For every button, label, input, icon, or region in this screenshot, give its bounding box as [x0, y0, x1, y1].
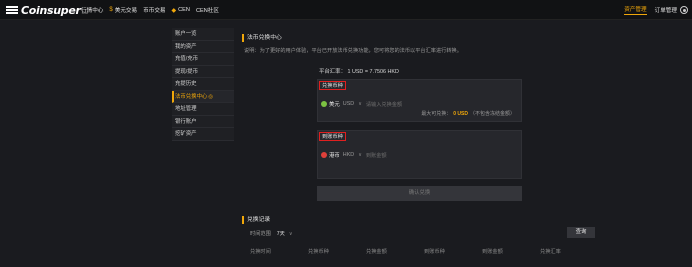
- nav-market-center[interactable]: 行情中心: [81, 6, 103, 14]
- dollar-icon: $: [109, 7, 113, 13]
- logo-mark-icon: [6, 6, 18, 14]
- nav-order-management[interactable]: 订单管理: [655, 6, 677, 14]
- col-exchange-rate: 兑换汇率: [540, 248, 561, 255]
- max-exchange-value: 0 USD: [453, 111, 468, 117]
- active-indicator-icon: ◎: [208, 93, 214, 100]
- from-currency-code: USD: [342, 101, 355, 107]
- from-currency-box: 兑换币种 美元 USD ∨ 请输入兑换金额 最大可兑换： 0 USD （不包含冻结金…: [317, 79, 522, 122]
- asset-sidebar: 账户一览 我的资产 充值/充币 提现/提币 充提历史 法币兑换中心◎ 地址管理 …: [172, 28, 234, 141]
- nav-coin-trade[interactable]: 币币交易: [143, 6, 165, 14]
- to-currency-row: 港币 HKD ∨ 到账金额: [321, 151, 387, 159]
- history-table-header: 兑换时间 兑换币种 兑换金额 到账币种 到账金额 兑换汇率: [242, 244, 592, 258]
- to-currency-label: 到账币种: [319, 132, 346, 141]
- top-nav-bar: Coinsuper RM 行情中心 $ 美元交易 币币交易 ◆ CEN CEN社…: [0, 0, 692, 20]
- nav-cen-community[interactable]: CEN社区: [196, 6, 219, 14]
- sidebar-item-history[interactable]: 充提历史: [172, 78, 234, 91]
- to-amount-field: 到账金额: [365, 152, 387, 159]
- main-nav: 行情中心 $ 美元交易 币币交易 ◆ CEN CEN社区: [81, 0, 225, 20]
- nav-asset-management[interactable]: 资产管理: [624, 5, 647, 15]
- main-panel: 法币兑换中心 说明：为了更好的用户体验，平台已开放法币兑换功能，您可将您的法币以…: [242, 34, 682, 255]
- sidebar-item-my-assets[interactable]: 我的资产: [172, 40, 234, 53]
- sidebar-item-address[interactable]: 地址管理: [172, 103, 234, 116]
- sidebar-item-mining-assets[interactable]: 挖矿资产: [172, 128, 234, 141]
- col-to-currency: 到账币种: [424, 248, 445, 255]
- exchange-rate-text: 平台汇率： 1 USD = 7.7506 HKD: [319, 69, 399, 75]
- logo-text: Coinsuper: [21, 3, 81, 17]
- coinsuper-logo[interactable]: Coinsuper RM: [6, 3, 88, 17]
- sidebar-item-deposit[interactable]: 充值/充币: [172, 53, 234, 66]
- from-currency-name: 美元: [329, 102, 340, 108]
- user-avatar-icon[interactable]: [680, 6, 688, 14]
- page-title: 法币兑换中心: [242, 34, 682, 42]
- nav-right: 资产管理 订单管理: [624, 0, 688, 20]
- cen-diamond-icon: ◆: [171, 7, 177, 14]
- sidebar-item-fiat-exchange[interactable]: 法币兑换中心◎: [172, 90, 234, 103]
- to-currency-dropdown-chevron-icon[interactable]: ∨: [358, 152, 362, 158]
- nav-cen[interactable]: ◆ CEN: [172, 7, 190, 14]
- usd-coin-icon: [321, 101, 327, 107]
- hkd-coin-icon: [321, 152, 327, 158]
- confirm-exchange-button[interactable]: 确认兑换: [317, 186, 522, 201]
- to-currency-box: 到账币种 港币 HKD ∨ 到账金额: [317, 130, 522, 179]
- page-description: 说明：为了更好的用户体验，平台已开放法币兑换功能，您可将您的法币以平台汇率进行转…: [244, 48, 462, 54]
- nav-usd-trade[interactable]: $ 美元交易: [109, 6, 137, 14]
- col-exchange-amount: 兑换金额: [366, 248, 387, 255]
- from-amount-input[interactable]: 请输入兑换金额: [366, 101, 402, 108]
- to-currency-name: 港币: [329, 153, 340, 159]
- sidebar-item-bank-account[interactable]: 银行账户: [172, 115, 234, 128]
- sidebar-item-withdraw[interactable]: 提现/提币: [172, 65, 234, 78]
- from-currency-row: 美元 USD ∨ 请输入兑换金额: [321, 100, 402, 108]
- from-currency-dropdown-chevron-icon[interactable]: ∨: [358, 101, 362, 107]
- query-button[interactable]: 查询: [567, 227, 595, 238]
- time-range-select[interactable]: 7天: [277, 230, 285, 237]
- col-exchange-time: 兑换时间: [250, 248, 271, 255]
- sidebar-item-account-overview[interactable]: 账户一览: [172, 28, 234, 41]
- time-range-chevron-icon[interactable]: ∨: [289, 231, 293, 237]
- time-range-filter: 时间范围 7天 ∨: [250, 230, 297, 238]
- to-currency-code: HKD: [342, 152, 355, 158]
- max-exchange-row: 最大可兑换： 0 USD （不包含冻结金额）: [421, 111, 515, 117]
- from-currency-label: 兑换币种: [319, 81, 346, 90]
- time-range-label: 时间范围: [250, 231, 271, 237]
- col-from-currency: 兑换币种: [308, 248, 329, 255]
- col-received-amount: 到账金额: [482, 248, 503, 255]
- history-title: 兑换记录: [242, 216, 270, 224]
